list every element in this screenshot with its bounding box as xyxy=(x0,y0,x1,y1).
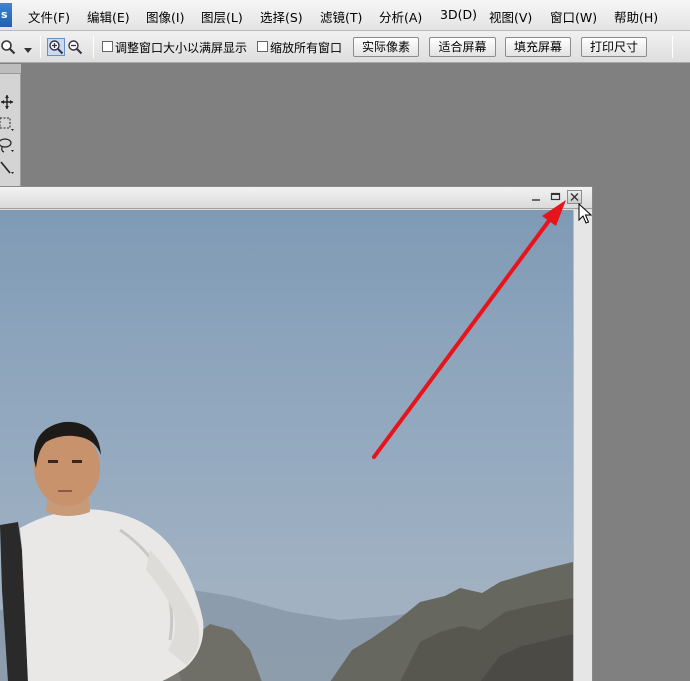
mouse-pointer-icon xyxy=(578,203,592,224)
annotation-arrow-icon xyxy=(372,200,566,459)
